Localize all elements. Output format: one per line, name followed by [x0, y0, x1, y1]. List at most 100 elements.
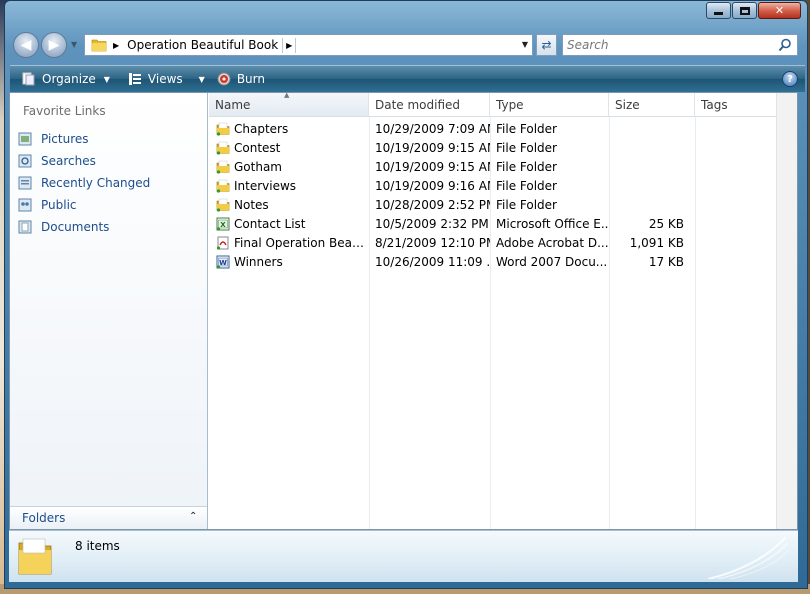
favorite-link-label: Recently Changed: [41, 176, 151, 190]
column-header-date-modified[interactable]: Date modified: [369, 93, 490, 116]
file-name-cell[interactable]: Chapters: [209, 122, 369, 136]
file-name: Interviews: [234, 178, 297, 193]
column-header-size[interactable]: Size: [609, 93, 695, 116]
file-date-modified: 10/5/2009 2:32 PM: [375, 216, 489, 231]
file-name: Winners: [234, 254, 283, 269]
file-type: File Folder: [496, 178, 557, 193]
file-row[interactable]: W Winners 10/26/2009 11:09 ... Word 2007 Do…: [209, 252, 777, 271]
file-list: Chapters 10/29/2009 7:09 AM File Folder Con…: [209, 119, 777, 271]
file-name: Gotham: [234, 159, 282, 174]
burn-disc-icon: [217, 72, 231, 86]
file-type: Word 2007 Docu...: [496, 254, 608, 269]
svg-text:X: X: [220, 221, 226, 229]
favorite-link-label: Public: [41, 198, 77, 212]
burn-button[interactable]: Burn: [217, 72, 265, 86]
column-header-label: Size: [615, 97, 640, 112]
searches-icon: [18, 154, 32, 168]
column-header-label: Date modified: [375, 97, 461, 112]
navigation-pane: Favorite Links Pictures Searches Recentl…: [10, 93, 208, 529]
file-name-cell[interactable]: Interviews: [209, 179, 369, 193]
favorite-link-label: Pictures: [41, 132, 89, 146]
organize-button[interactable]: Organize ▼: [22, 72, 110, 86]
search-box: [562, 34, 798, 56]
file-name-cell[interactable]: X Contact List: [209, 217, 369, 231]
favorite-links-heading: Favorite Links: [23, 104, 106, 118]
favorite-link-searches[interactable]: Searches: [18, 150, 150, 172]
pdf-file-icon: [216, 236, 229, 250]
folders-label: Folders: [22, 511, 66, 525]
file-date-modified: 10/26/2009 11:09 ...: [375, 254, 490, 269]
search-input[interactable]: [563, 35, 763, 55]
favorite-link-pictures[interactable]: Pictures: [18, 128, 150, 150]
breadcrumb-separator-icon[interactable]: ▶: [113, 41, 119, 50]
refresh-button[interactable]: ⇄: [536, 34, 557, 56]
file-name-cell[interactable]: W Winners: [209, 255, 369, 269]
file-name: Contact List: [234, 216, 306, 231]
folder-icon: [216, 160, 230, 174]
navigation-bar: ◀ ▶ ▼ ▶ Operation Beautiful Book ▶ ▼ ⇄: [11, 31, 801, 59]
minimize-button[interactable]: [706, 2, 731, 19]
folder-icon: [216, 198, 230, 212]
file-row[interactable]: Notes 10/28/2009 2:52 PM File Folder: [209, 195, 777, 214]
file-list-pane: ▲ Name Date modified Type Size Tags Chap…: [209, 91, 778, 529]
folder-icon: [216, 122, 230, 136]
favorite-link-label: Documents: [41, 220, 110, 234]
forward-button[interactable]: ▶: [41, 32, 67, 58]
file-row[interactable]: Contest 10/19/2009 9:15 AM File Folder: [209, 138, 777, 157]
excel-file-icon: X: [216, 217, 230, 231]
close-button[interactable]: ✕: [758, 2, 801, 19]
close-icon: ✕: [774, 4, 785, 17]
file-name-cell[interactable]: Final Operation Beautif...: [209, 236, 369, 250]
vertical-scrollbar[interactable]: [776, 93, 797, 529]
file-row[interactable]: Gotham 10/19/2009 9:15 AM File Folder: [209, 157, 777, 176]
sort-ascending-icon: ▲: [284, 91, 290, 99]
favorite-links-list: Pictures Searches Recently Changed Publi…: [18, 128, 150, 238]
file-row[interactable]: X Contact List 10/5/2009 2:32 PM Microsoft …: [209, 214, 777, 233]
file-date-modified: 10/28/2009 2:52 PM: [375, 197, 490, 212]
breadcrumb-chevron-icon[interactable]: ▶: [282, 37, 297, 53]
file-size: 1,091 KB: [629, 235, 684, 250]
favorite-link-public[interactable]: Public: [18, 194, 150, 216]
column-header-label: Tags: [701, 97, 728, 112]
minimize-icon: [714, 12, 723, 15]
back-button[interactable]: ◀: [13, 32, 39, 58]
search-icon[interactable]: [778, 38, 792, 52]
file-type: File Folder: [496, 159, 557, 174]
decorative-swoosh: [708, 537, 788, 579]
help-icon: ?: [787, 73, 793, 85]
word-file-icon: W: [216, 255, 230, 269]
public-folder-icon: [18, 198, 32, 212]
back-arrow-icon: ◀: [20, 37, 32, 53]
recent-pages-dropdown[interactable]: ▼: [71, 40, 79, 50]
breadcrumb-item[interactable]: Operation Beautiful Book: [124, 38, 281, 52]
chevron-down-icon: ▼: [198, 74, 205, 84]
column-header-type[interactable]: Type: [490, 93, 609, 116]
address-bar[interactable]: ▶ Operation Beautiful Book ▶ ▼: [84, 34, 533, 56]
file-row[interactable]: Chapters 10/29/2009 7:09 AM File Folder: [209, 119, 777, 138]
file-type: File Folder: [496, 140, 557, 155]
caption-buttons: ✕: [705, 2, 801, 19]
file-name: Notes: [234, 197, 269, 212]
file-row[interactable]: Final Operation Beautif... 8/21/2009 12:1…: [209, 233, 777, 252]
file-name-cell[interactable]: Contest: [209, 141, 369, 155]
column-header-label: Type: [496, 97, 524, 112]
folders-toggle[interactable]: Folders ⌃: [10, 506, 207, 529]
column-header-tags[interactable]: Tags: [695, 93, 777, 116]
file-type: File Folder: [496, 197, 557, 212]
maximize-icon: [739, 6, 750, 15]
views-button[interactable]: Views ▼: [128, 72, 205, 86]
favorite-link-documents[interactable]: Documents: [18, 216, 150, 238]
folder-icon: [18, 538, 52, 575]
views-label: Views: [147, 72, 183, 86]
file-date-modified: 10/19/2009 9:15 AM: [375, 159, 490, 174]
file-name: Chapters: [234, 121, 289, 136]
maximize-button[interactable]: [732, 2, 757, 19]
favorite-link-recently-changed[interactable]: Recently Changed: [18, 172, 150, 194]
address-dropdown-icon[interactable]: ▼: [522, 40, 528, 49]
folder-icon: [91, 39, 107, 52]
column-header-name[interactable]: ▲ Name: [209, 91, 369, 116]
file-name-cell[interactable]: Gotham: [209, 160, 369, 174]
file-name-cell[interactable]: Notes: [209, 198, 369, 212]
file-row[interactable]: Interviews 10/19/2009 9:16 AM File Folder: [209, 176, 777, 195]
help-button[interactable]: ?: [782, 71, 798, 87]
